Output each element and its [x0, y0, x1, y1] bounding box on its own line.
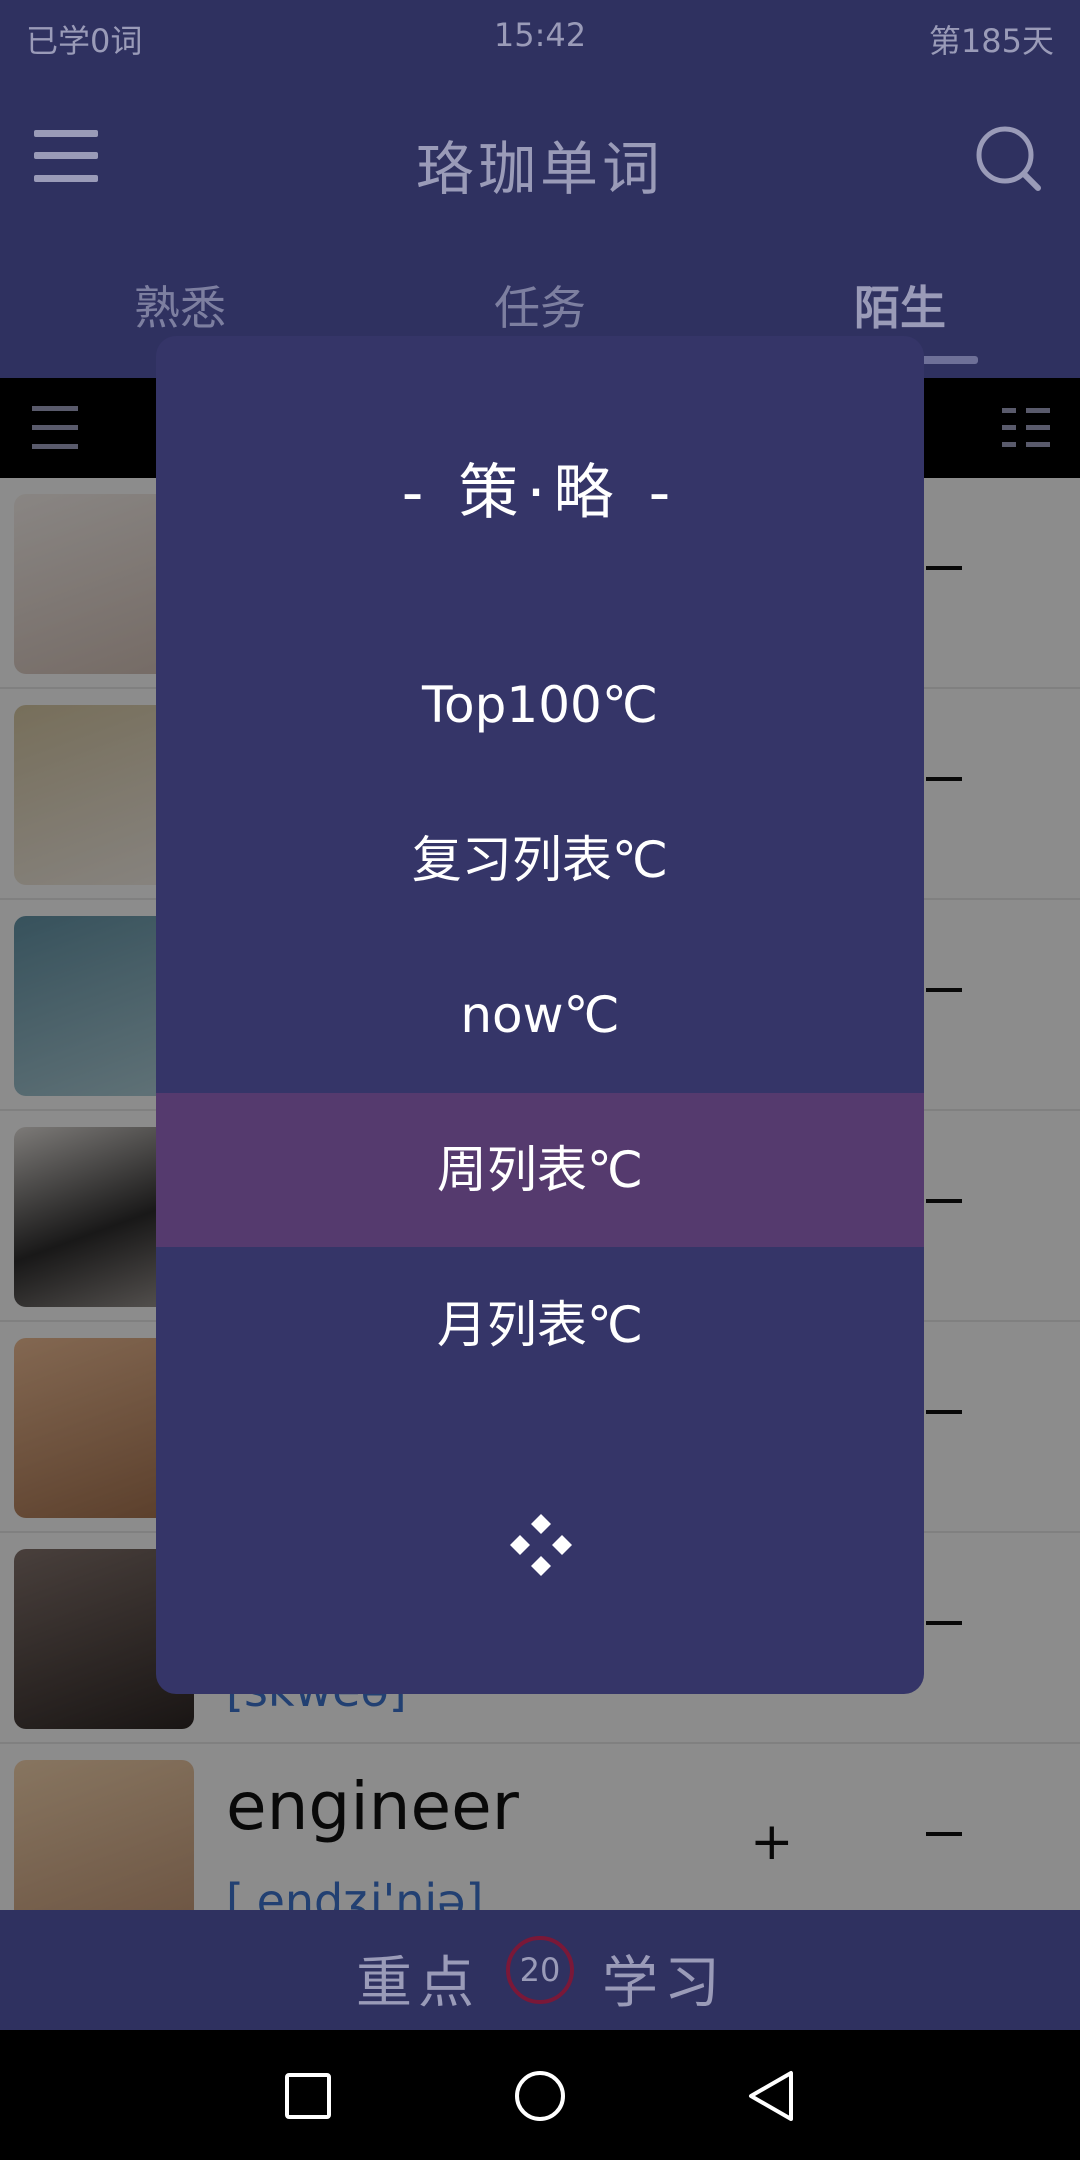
app-title: 珞珈单词 — [415, 135, 664, 203]
option-month-list[interactable]: 月列表℃ — [156, 1248, 924, 1402]
dialog-title: - 策·略 - — [401, 458, 679, 528]
strategy-dialog: - 策·略 - Top100℃ 复习列表℃ now℃ 周列表℃ 月列表℃ — [156, 336, 924, 1694]
tab-unfamiliar[interactable]: 陌生 — [800, 272, 1000, 338]
recents-square-icon[interactable] — [270, 2058, 346, 2134]
option-week-list[interactable]: 周列表℃ — [156, 1093, 924, 1247]
study-count-badge[interactable]: 20 — [506, 1936, 574, 2004]
header: 已学0词 15:42 第185天 珞珈单词 熟悉 任务 陌生 — [0, 0, 1080, 378]
system-nav-bar — [0, 2030, 1080, 2160]
app-root: 已学0词 15:42 第185天 珞珈单词 熟悉 任务 陌生 engineer … — [0, 0, 1080, 2160]
status-bar: 已学0词 15:42 第185天 — [0, 16, 1080, 60]
focus-label[interactable]: 重点 — [356, 1938, 480, 2019]
study-bar: 重点 20 学习 — [0, 1910, 1080, 2030]
day-count: 第185天 — [928, 22, 1054, 60]
tab-familiar[interactable]: 熟悉 — [80, 272, 280, 338]
search-icon[interactable] — [974, 124, 1044, 194]
option-now[interactable]: now℃ — [156, 938, 924, 1092]
back-triangle-icon[interactable] — [734, 2058, 810, 2134]
tab-task[interactable]: 任务 — [440, 272, 640, 338]
diamond-cluster-icon — [508, 1512, 574, 1578]
study-button[interactable]: 学习 — [602, 1938, 726, 2019]
option-top100[interactable]: Top100℃ — [156, 628, 924, 782]
home-circle-icon[interactable] — [502, 2058, 578, 2134]
tab-bar: 熟悉 任务 陌生 — [0, 272, 1080, 342]
option-review-list[interactable]: 复习列表℃ — [156, 783, 924, 937]
clock: 15:42 — [493, 16, 587, 54]
